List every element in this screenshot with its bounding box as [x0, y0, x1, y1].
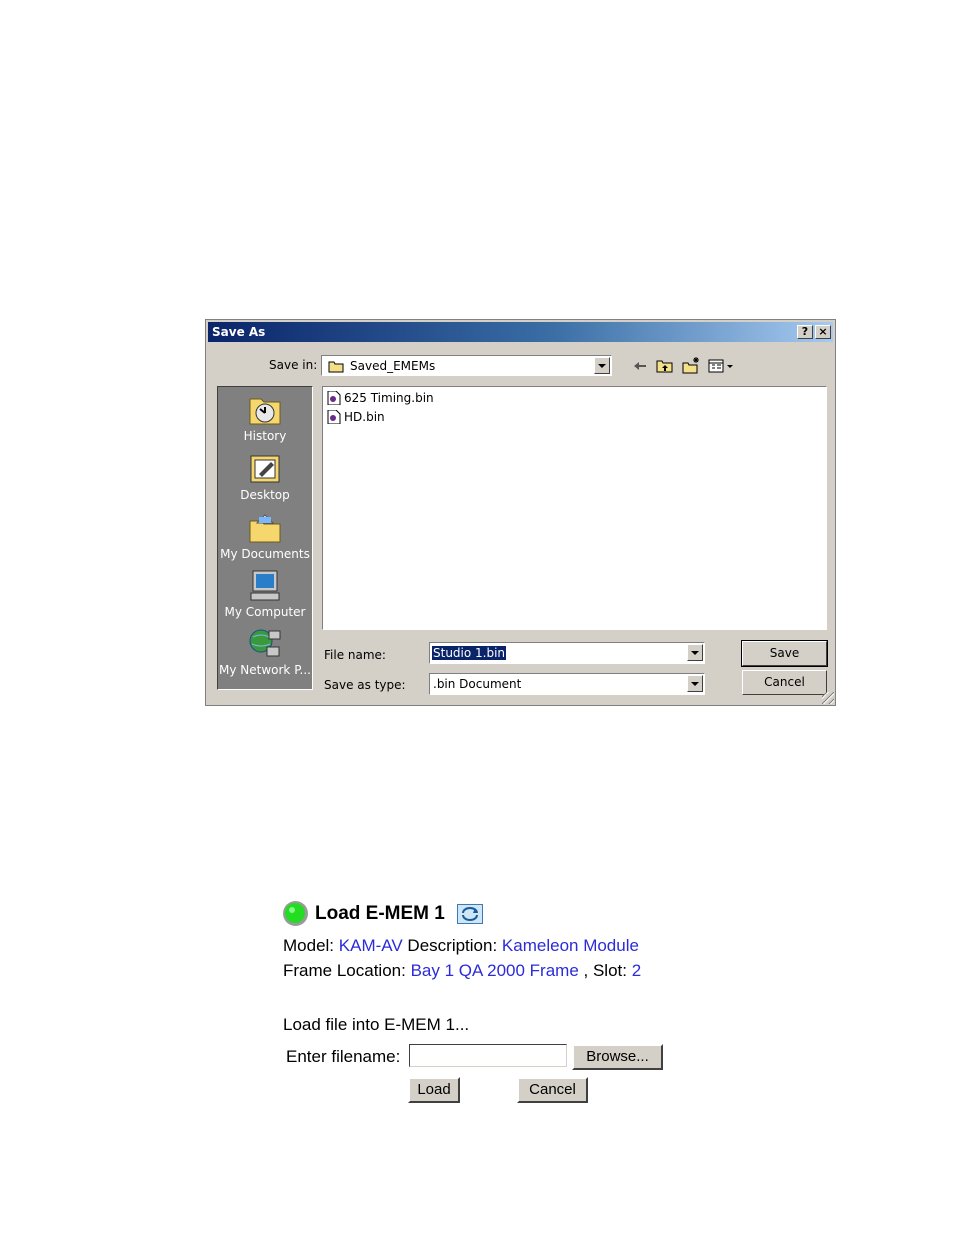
frame-location-label: Frame Location: [283, 961, 406, 980]
page-title: Load E-MEM 1 [315, 903, 445, 924]
save-in-dropdown[interactable]: Saved_EMEMs [321, 355, 612, 376]
history-icon [249, 398, 281, 425]
file-name-value: Studio 1.bin [432, 646, 507, 660]
model-label: Model: [283, 936, 335, 955]
save-as-type-dropdown-arrow[interactable] [687, 675, 703, 692]
file-name-input[interactable]: Studio 1.bin [429, 642, 705, 664]
place-history[interactable]: History [218, 393, 312, 443]
load-button[interactable]: Load [408, 1077, 460, 1103]
my-documents-icon [249, 514, 281, 543]
up-folder-icon[interactable] [655, 356, 675, 376]
close-button[interactable]: × [815, 325, 831, 339]
save-button[interactable]: Save [741, 640, 828, 667]
back-arrow-icon[interactable] [630, 356, 650, 376]
file-list[interactable]: 625 Timing.bin HD.bin [322, 386, 827, 630]
file-name-label: File name: [324, 648, 386, 662]
help-button[interactable]: ? [797, 325, 813, 339]
my-network-places-icon [249, 629, 281, 657]
load-prompt: Load file into E-MEM 1... [283, 1015, 470, 1034]
browse-button[interactable]: Browse... [572, 1044, 663, 1070]
file-name-dropdown-arrow[interactable] [687, 644, 703, 661]
save-in-label: Save in: [269, 358, 318, 372]
model-value: KAM-AV [338, 936, 403, 955]
view-menu-icon[interactable] [707, 356, 737, 376]
file-name: HD.bin [344, 410, 385, 424]
new-folder-icon[interactable] [681, 356, 701, 376]
desktop-icon [250, 455, 280, 483]
place-label: Desktop [240, 488, 290, 502]
frame-location-value: Bay 1 QA 2000 Frame [410, 961, 579, 980]
save-as-dialog: Save As ? × Save in: Saved_EMEMs History… [205, 319, 836, 706]
slot-value: 2 [631, 961, 642, 980]
save-as-type-value: .bin Document [433, 677, 522, 691]
place-label: History [243, 429, 287, 443]
description-label: Description: [407, 936, 498, 955]
refresh-icon[interactable] [457, 904, 483, 924]
cancel-button[interactable]: Cancel [742, 670, 827, 695]
save-in-dropdown-arrow[interactable] [594, 357, 610, 374]
folder-icon [328, 361, 344, 373]
resize-grip[interactable] [822, 692, 834, 704]
my-computer-icon [250, 570, 280, 601]
enter-filename-label: Enter filename: [286, 1047, 401, 1066]
place-label: My Documents [220, 547, 310, 561]
dialog-title: Save As [212, 325, 266, 339]
load-emem-panel: Load E-MEM 1 Model: KAM-AV Description: … [280, 898, 700, 1118]
cancel-button[interactable]: Cancel [517, 1077, 588, 1103]
file-name: 625 Timing.bin [344, 391, 434, 405]
filename-input[interactable] [409, 1044, 567, 1067]
bin-file-icon [327, 410, 341, 424]
places-bar: History Desktop My Documents My Computer… [217, 386, 313, 690]
save-as-type-dropdown[interactable]: .bin Document [429, 673, 705, 695]
slot-label: , Slot: [583, 961, 627, 980]
bin-file-icon [327, 391, 341, 405]
place-my-documents[interactable]: My Documents [218, 511, 312, 561]
place-my-network-places[interactable]: My Network P... [218, 627, 312, 677]
description-value: Kameleon Module [501, 936, 639, 955]
save-in-value: Saved_EMEMs [350, 359, 436, 373]
place-label: My Network P... [219, 663, 311, 677]
model-description-line: Model: KAM-AV Description: Kameleon Modu… [283, 936, 639, 956]
place-desktop[interactable]: Desktop [218, 452, 312, 502]
frame-location-line: Frame Location: Bay 1 QA 2000 Frame , Sl… [283, 961, 641, 981]
status-led-icon [283, 901, 308, 926]
save-as-type-label: Save as type: [324, 678, 406, 692]
place-my-computer[interactable]: My Computer [218, 569, 312, 619]
place-label: My Computer [224, 605, 306, 619]
dialog-title-bar[interactable]: Save As ? × [208, 322, 833, 342]
